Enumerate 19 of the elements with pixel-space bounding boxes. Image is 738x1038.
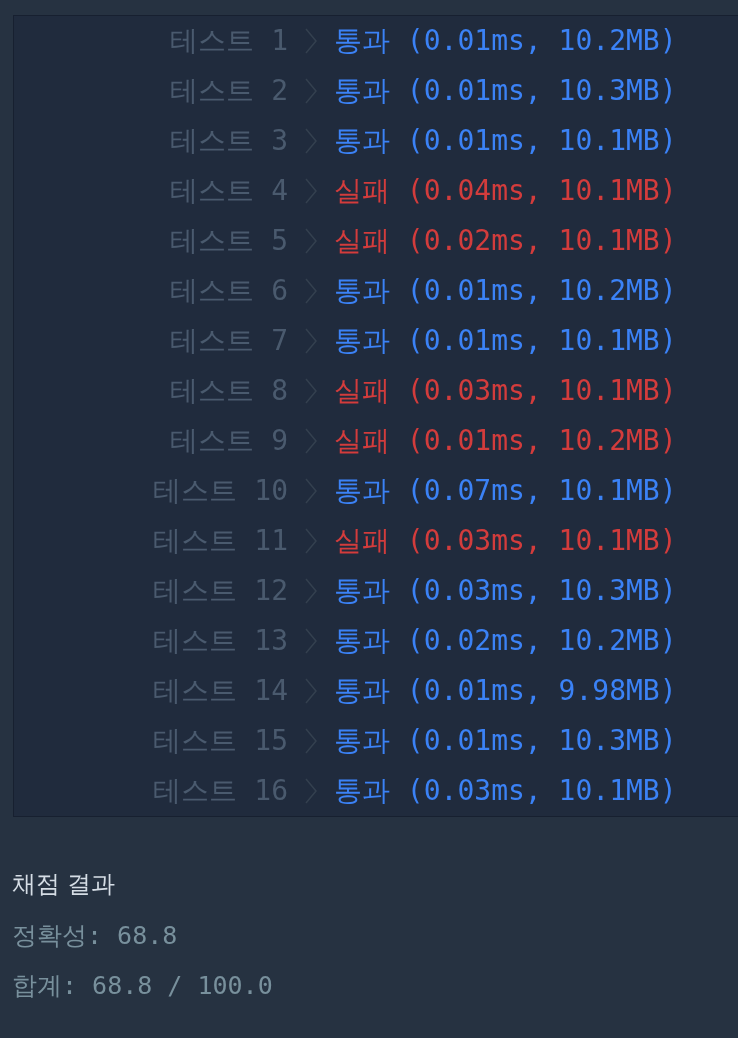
fail-result: 실패 (0.04ms, 10.1MB): [334, 173, 677, 209]
pass-result: 통과 (0.01ms, 10.3MB): [334, 723, 677, 759]
score-line: 정확성: 68.8: [12, 920, 178, 952]
pass-result: 통과 (0.07ms, 10.1MB): [334, 473, 677, 509]
pass-result: 통과 (0.02ms, 10.2MB): [334, 623, 677, 659]
pass-result: 통과 (0.01ms, 10.2MB): [334, 23, 677, 59]
fail-result: 실패 (0.02ms, 10.1MB): [334, 223, 677, 259]
pass-result: 통과 (0.03ms, 10.3MB): [334, 573, 677, 609]
pass-result: 통과 (0.01ms, 9.98MB): [334, 673, 677, 709]
pass-result: 통과 (0.01ms, 10.3MB): [334, 73, 677, 109]
fail-result: 실패 (0.03ms, 10.1MB): [334, 523, 677, 559]
score-line: 합계: 68.8 / 100.0: [12, 970, 273, 1002]
pass-result: 통과 (0.03ms, 10.1MB): [334, 773, 677, 809]
fail-result: 실패 (0.01ms, 10.2MB): [334, 423, 677, 459]
fail-result: 실패 (0.03ms, 10.1MB): [334, 373, 677, 409]
pass-result: 통과 (0.01ms, 10.2MB): [334, 273, 677, 309]
section-heading: 채점 결과: [12, 869, 116, 899]
pass-result: 통과 (0.01ms, 10.1MB): [334, 123, 677, 159]
pass-result: 통과 (0.01ms, 10.1MB): [334, 323, 677, 359]
